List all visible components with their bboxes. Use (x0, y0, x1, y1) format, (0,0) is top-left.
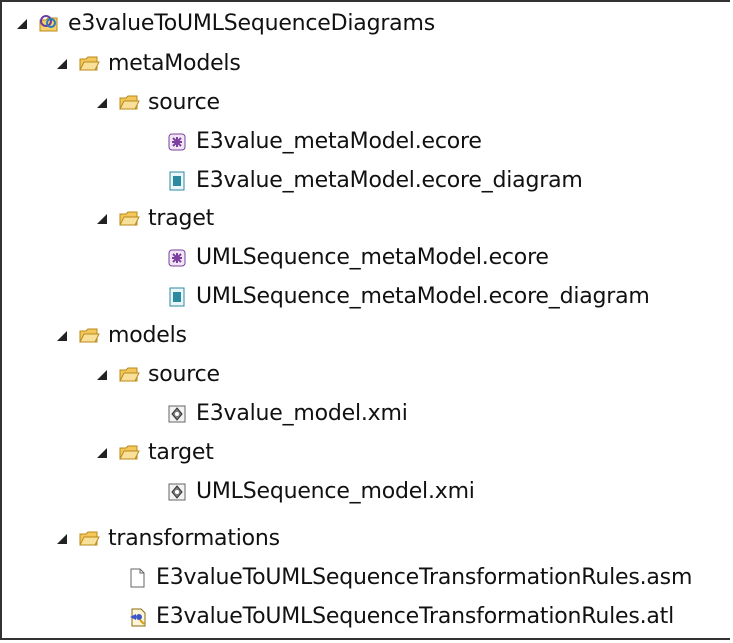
tree-item-label: UMLSequence_metaModel.ecore_diagram (196, 284, 650, 309)
tree-item-project[interactable]: e3valueToUMLSequenceDiagrams (16, 10, 435, 38)
ecore-diagram-icon (169, 287, 185, 307)
expanded-arrow-icon[interactable] (56, 58, 68, 70)
tree-item-label: source (148, 362, 220, 387)
tree-item-label: models (108, 323, 187, 348)
file-icon (130, 568, 145, 588)
tree-item-label: source (148, 90, 220, 115)
tree-item-label: traget (148, 206, 215, 231)
open-folder-icon (119, 95, 140, 110)
project-folder-icon (39, 15, 58, 32)
tree-item-file[interactable]: E3valueToUMLSequenceTransformationRules.… (126, 603, 674, 631)
expanded-arrow-icon[interactable] (96, 213, 108, 225)
tree-item-label: target (148, 440, 214, 465)
tree-item-label: transformations (108, 526, 280, 551)
expanded-arrow-icon[interactable] (96, 447, 108, 459)
expanded-arrow-icon[interactable] (96, 369, 108, 381)
open-folder-icon (79, 328, 100, 343)
expanded-arrow-icon[interactable] (96, 97, 108, 109)
open-folder-icon (119, 367, 140, 382)
tree-item-transformations[interactable]: transformations (56, 525, 280, 553)
tree-item-label: UMLSequence_model.xmi (196, 479, 475, 504)
tree-item-label: e3valueToUMLSequenceDiagrams (68, 11, 435, 36)
tree-item-file[interactable]: E3value_model.xmi (166, 400, 408, 428)
tree-item-metaModels-traget[interactable]: traget (96, 205, 214, 233)
tree-item-models-target[interactable]: target (96, 439, 214, 467)
ecore-icon (168, 133, 186, 151)
project-explorer-tree: e3valueToUMLSequenceDiagrams metaModels … (0, 0, 731, 643)
tree-item-file[interactable]: E3valueToUMLSequenceTransformationRules.… (126, 564, 692, 592)
expanded-arrow-icon[interactable] (56, 533, 68, 545)
expanded-arrow-icon[interactable] (16, 18, 28, 30)
tree-item-metaModels-source[interactable]: source (96, 89, 220, 117)
open-folder-icon (119, 445, 140, 460)
ecore-icon (168, 249, 186, 267)
tree-item-label: E3value_metaModel.ecore_diagram (196, 168, 583, 193)
tree-item-file[interactable]: UMLSequence_metaModel.ecore (166, 244, 549, 272)
tree-item-label: UMLSequence_metaModel.ecore (196, 245, 549, 270)
tree-item-file[interactable]: UMLSequence_metaModel.ecore_diagram (166, 283, 650, 311)
tree-item-label: metaModels (108, 51, 241, 76)
ecore-diagram-icon (169, 171, 185, 191)
atl-icon (130, 608, 146, 627)
tree-item-file[interactable]: E3value_metaModel.ecore (166, 128, 482, 156)
tree-item-models-source[interactable]: source (96, 361, 220, 389)
open-folder-icon (79, 531, 100, 546)
tree-item-label: E3valueToUMLSequenceTransformationRules.… (156, 604, 675, 629)
expanded-arrow-icon[interactable] (56, 330, 68, 342)
tree-item-file[interactable]: UMLSequence_model.xmi (166, 478, 475, 506)
open-folder-icon (119, 211, 140, 226)
xmi-icon (168, 483, 186, 501)
tree-item-metaModels[interactable]: metaModels (56, 50, 241, 78)
xmi-icon (168, 405, 186, 423)
tree-item-label: E3valueToUMLSequenceTransformationRules.… (156, 565, 693, 590)
tree-item-file[interactable]: E3value_metaModel.ecore_diagram (166, 167, 583, 195)
tree-item-label: E3value_metaModel.ecore (196, 129, 482, 154)
open-folder-icon (79, 56, 100, 71)
tree-item-label: E3value_model.xmi (196, 401, 408, 426)
tree-item-models[interactable]: models (56, 322, 187, 350)
